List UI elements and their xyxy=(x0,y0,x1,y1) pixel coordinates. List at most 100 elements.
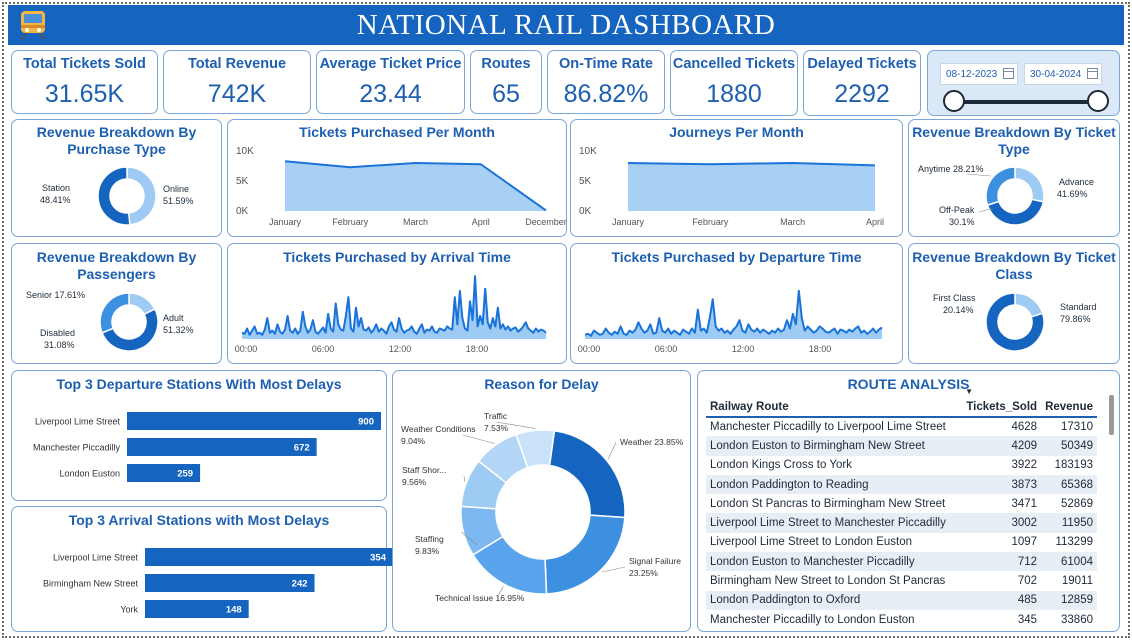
route-cell: Liverpool Lime Street to Manchester Picc… xyxy=(706,513,963,533)
kpi-routes: Routes 65 xyxy=(470,50,542,114)
panel-title: Tickets Purchased by Arrival Time xyxy=(283,249,511,265)
kpi-cancelled: Cancelled Tickets 1880 xyxy=(670,50,798,116)
kpi-label: Routes xyxy=(481,56,531,72)
panel-arrival-time: Tickets Purchased by Arrival Time 00:00 0… xyxy=(227,243,567,364)
tickets-cell: 3471 xyxy=(1011,497,1038,510)
slice-value: 51.59% xyxy=(163,196,194,206)
slice-value: 51.32% xyxy=(163,325,194,335)
slice-label: Advance xyxy=(1059,177,1094,187)
table-row[interactable]: Birmingham New Street to London St Pancr… xyxy=(706,571,1097,590)
revenue-cell: 52869 xyxy=(1061,497,1093,510)
column-header-tickets[interactable]: Tickets_Sold ▼ xyxy=(962,387,1042,418)
table-row[interactable]: London St Pancras to Birmingham New Stre… xyxy=(706,494,1097,513)
slice-value: 31.08% xyxy=(44,340,75,350)
kpi-value: 1880 xyxy=(706,80,762,108)
kpi-value: 2292 xyxy=(834,80,890,108)
revenue-cell: 183193 xyxy=(1054,459,1093,472)
revenue-cell: 17310 xyxy=(1061,421,1093,434)
panel-tickets-per-month: Tickets Purchased Per Month 0K 5K 10K Janua… xyxy=(227,119,567,237)
ticket-class-donut: First Class 20.14% Standard 79.86% xyxy=(933,292,1097,352)
y-tick-label: 5K xyxy=(236,176,249,187)
calendar-icon[interactable] xyxy=(1087,68,1098,79)
panel-passengers: Revenue Breakdown By Passengers Senior 1… xyxy=(11,243,222,364)
slider-start-handle[interactable] xyxy=(943,90,965,112)
x-tick-label: 06:00 xyxy=(312,344,335,354)
tickets-cell: 3002 xyxy=(962,513,1042,533)
purchase-type-donut: Station 48.41% Online 51.59% xyxy=(40,166,194,226)
column-header-label: Tickets_Sold xyxy=(966,401,1038,413)
bar xyxy=(127,412,381,430)
panel-ticket-type: Revenue Breakdown By Ticket Type Anytime… xyxy=(908,119,1120,237)
slider-end-handle[interactable] xyxy=(1087,90,1109,112)
series-line xyxy=(584,289,883,337)
passengers-donut: Senior 17.61% Adult 51.32% Disabled 31.08% xyxy=(26,290,194,352)
route-cell: Manchester Piccadilly to Liverpool Lime … xyxy=(710,421,946,434)
x-tick-label: 06:00 xyxy=(655,344,678,354)
revenue-cell: 33860 xyxy=(1061,613,1093,626)
kpi-label: Average Ticket Price xyxy=(319,56,462,72)
bar xyxy=(127,438,317,456)
end-date-value: 30-04-2024 xyxy=(1030,68,1082,80)
slice-label: 7.53% xyxy=(484,423,509,433)
bar xyxy=(145,548,393,566)
table-header-row: Railway Route Tickets_Sold ▼ Revenue xyxy=(706,387,1097,418)
slice-label: 23.25% xyxy=(629,568,658,578)
column-header-revenue[interactable]: Revenue xyxy=(1041,387,1097,418)
area-fill xyxy=(628,163,875,211)
end-date-input[interactable]: 30-04-2024 xyxy=(1024,63,1102,85)
slice-label: Adult xyxy=(163,313,184,323)
panel-title: Revenue Breakdown By Ticket Class xyxy=(912,249,1116,282)
title-bar: NATIONAL RAIL DASHBOARD xyxy=(8,5,1124,45)
donut-slice xyxy=(544,514,626,595)
panel-departure-delays: Top 3 Departure Stations With Most Delay… xyxy=(11,370,387,501)
kpi-label: Total Tickets Sold xyxy=(23,56,146,72)
revenue-cell: 19011 xyxy=(1061,575,1093,588)
kpi-label: On-Time Rate xyxy=(558,56,653,72)
table-row[interactable]: London Paddington to Oxford 485 12859 xyxy=(706,590,1097,610)
revenue-cell: 61004 xyxy=(1041,552,1097,572)
slice-label: Technical Issue 16.95% xyxy=(435,593,525,603)
kpi-total-tickets: Total Tickets Sold 31.65K xyxy=(11,50,158,114)
table-row[interactable]: London Euston to Manchester Piccadilly 71… xyxy=(706,552,1097,572)
panel-title: Tickets Purchased Per Month xyxy=(299,124,495,140)
slice-label: Traffic xyxy=(484,411,508,421)
route-cell: London Paddington to Oxford xyxy=(706,590,963,610)
x-tick-label: April xyxy=(472,217,490,227)
table-row[interactable]: Manchester Piccadilly to London Euston 34… xyxy=(706,610,1097,629)
revenue-cell: 12859 xyxy=(1041,590,1097,610)
calendar-icon[interactable] xyxy=(1003,68,1014,79)
slice-label: Disabled xyxy=(40,328,75,338)
table-row[interactable]: Manchester Piccadilly to Liverpool Lime … xyxy=(706,417,1097,436)
table-row[interactable]: London Kings Cross to York 3922 183193 xyxy=(706,456,1097,475)
category-label: Liverpool Lime Street xyxy=(35,417,121,427)
panel-title: Revenue Breakdown By Purchase Type xyxy=(36,124,197,157)
bar xyxy=(145,574,315,592)
slice-value: 48.41% xyxy=(40,195,71,205)
column-header-route[interactable]: Railway Route xyxy=(706,387,963,418)
kpi-value: 65 xyxy=(492,80,520,108)
data-label: 242 xyxy=(292,579,308,590)
donut-slice xyxy=(986,198,1045,226)
donut-slice xyxy=(548,429,626,519)
slider-track[interactable] xyxy=(956,100,1099,104)
sort-desc-icon: ▼ xyxy=(965,387,973,396)
revenue-cell: 11950 xyxy=(1041,513,1097,533)
route-cell: Birmingham New Street to London St Pancr… xyxy=(710,575,946,588)
table-row[interactable]: London Paddington to Reading 3873 65368 xyxy=(706,474,1097,495)
donut-slice xyxy=(126,166,157,226)
tickets-per-month-chart: 0K 5K 10K January February March April December xyxy=(236,146,566,227)
table-row[interactable]: Liverpool Lime Street to London Euston 10… xyxy=(706,533,1097,552)
start-date-input[interactable]: 08-12-2023 xyxy=(940,63,1018,85)
date-range-slicer[interactable]: 08-12-2023 30-04-2024 xyxy=(927,50,1120,116)
data-label: 259 xyxy=(177,469,193,480)
y-tick-label: 10K xyxy=(236,146,254,157)
table-row[interactable]: Liverpool Lime Street to Manchester Picc… xyxy=(706,513,1097,533)
slice-label: Online xyxy=(163,184,189,194)
panel-route-analysis: ROUTE ANALYSIS Railway Route Tickets_Sol… xyxy=(697,370,1120,632)
category-label: Manchester Piccadilly xyxy=(33,443,121,453)
slice-label: 9.83% xyxy=(415,546,440,556)
x-tick-label: January xyxy=(612,217,645,227)
table-row[interactable]: London Euston to Birmingham New Street 42… xyxy=(706,436,1097,456)
table-scrollbar[interactable] xyxy=(1109,395,1114,435)
kpi-delayed: Delayed Tickets 2292 xyxy=(803,50,921,116)
